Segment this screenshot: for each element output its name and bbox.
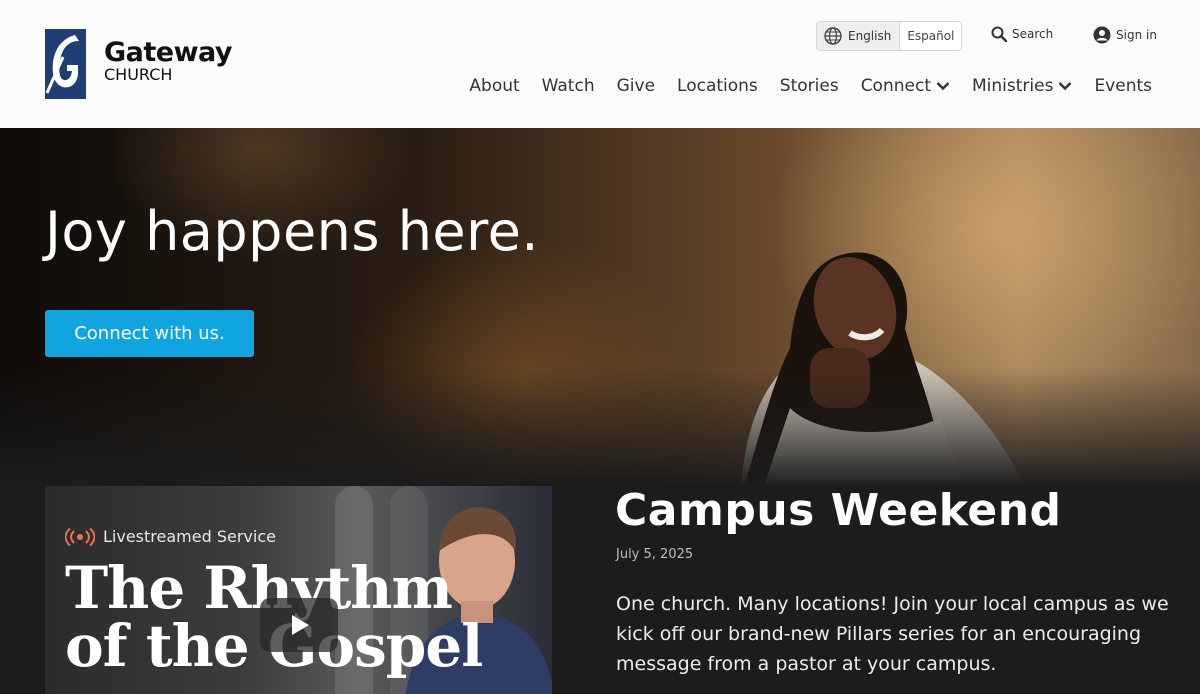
nav-item-events[interactable]: Events xyxy=(1094,76,1152,96)
chevron-down-icon xyxy=(936,82,950,91)
language-spanish-option[interactable]: Español xyxy=(900,29,961,43)
search-label: Search xyxy=(1012,27,1054,41)
nav-label: Connect xyxy=(860,76,931,96)
sign-in-label: Sign in xyxy=(1116,28,1157,42)
play-button[interactable] xyxy=(260,598,338,652)
broadcast-icon xyxy=(65,527,95,546)
logo-subtitle: CHURCH xyxy=(104,65,173,84)
nav-label: About xyxy=(469,76,520,96)
nav-item-give[interactable]: Give xyxy=(617,76,655,96)
nav-label: Watch xyxy=(541,76,595,96)
campus-weekend-date: July 5, 2025 xyxy=(616,547,694,562)
chevron-down-icon xyxy=(1059,82,1072,91)
language-english-option[interactable]: English xyxy=(817,22,901,50)
gateway-logo[interactable]: Gateway CHURCH xyxy=(45,29,233,99)
nav-item-stories[interactable]: Stories xyxy=(780,76,839,96)
livestream-label: Livestreamed Service xyxy=(103,527,276,546)
logo-mark-icon xyxy=(45,29,86,99)
connect-with-us-button[interactable]: Connect with us. xyxy=(45,310,254,357)
search-link[interactable]: Search xyxy=(991,26,1053,42)
nav-label: Ministries xyxy=(971,76,1054,96)
logo-text: Gateway CHURCH xyxy=(104,37,233,84)
globe-icon xyxy=(824,27,842,45)
hero-title: Joy happens here. xyxy=(45,200,540,263)
play-icon xyxy=(292,615,309,635)
user-circle-icon xyxy=(1093,26,1111,44)
language-switcher: English Español xyxy=(816,21,963,51)
campus-weekend-description: One church. Many locations! Join your lo… xyxy=(616,593,1169,675)
nav-label: Give xyxy=(616,76,656,96)
site-header: Gateway CHURCH English Español Search Si… xyxy=(0,0,1200,128)
nav-item-about[interactable]: About xyxy=(469,76,519,96)
nav-item-watch[interactable]: Watch xyxy=(542,76,595,96)
livestream-video-thumbnail[interactable]: Livestreamed Service The Rhythm of the G… xyxy=(45,486,552,694)
nav-item-connect[interactable]: Connect xyxy=(861,76,950,96)
campus-weekend-title: Campus Weekend xyxy=(615,485,1062,536)
logo-name: Gateway xyxy=(104,37,233,68)
livestream-badge: Livestreamed Service xyxy=(65,527,276,546)
main-nav: About Watch Give Locations Stories Conne… xyxy=(447,76,1152,96)
language-english-label: English xyxy=(848,29,892,43)
nav-item-locations[interactable]: Locations xyxy=(677,76,758,96)
nav-label: Events xyxy=(1094,76,1152,96)
sign-in-link[interactable]: Sign in xyxy=(1093,26,1157,44)
hero-fade-overlay xyxy=(0,368,1200,488)
search-icon xyxy=(991,26,1007,42)
nav-label: Stories xyxy=(779,76,839,96)
nav-label: Locations xyxy=(677,76,758,96)
nav-item-ministries[interactable]: Ministries xyxy=(972,76,1072,96)
